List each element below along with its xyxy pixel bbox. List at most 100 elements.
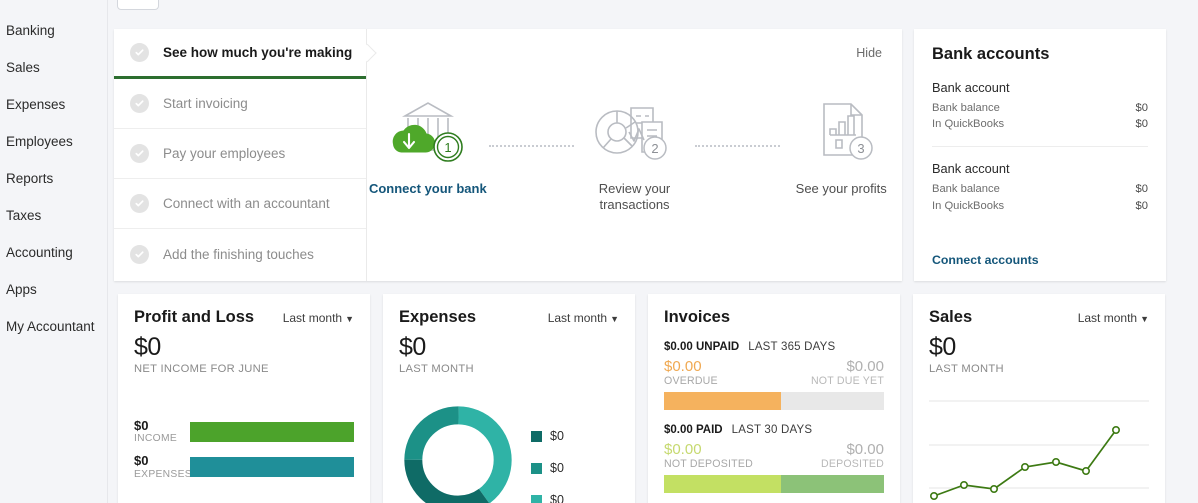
expenses-amount: $0 (399, 333, 426, 361)
sidebar-item-my-accountant[interactable]: My Accountant (0, 308, 107, 345)
expenses-label: EXPENSES (134, 468, 192, 480)
legend-value: $0 (550, 429, 564, 443)
sidebar-item-banking[interactable]: Banking (0, 12, 107, 49)
unpaid-bar (664, 391, 884, 410)
unpaid-amounts: $0.00 OVERDUE $0.00 NOT DUE YET (664, 359, 884, 387)
period-selector[interactable]: Last month ▼ (548, 311, 619, 325)
sidebar-item-employees[interactable]: Employees (0, 123, 107, 160)
sidebar-item-expenses[interactable]: Expenses (0, 86, 107, 123)
overdue-bar-segment (664, 391, 781, 410)
legend-swatch (531, 494, 542, 503)
sidebar-item-sales[interactable]: Sales (0, 49, 107, 86)
widget-title: Profit and Loss (134, 308, 255, 326)
expenses-donut-chart (399, 401, 517, 503)
setup-card: See how much you're making Start invoici… (114, 29, 902, 281)
notdeposited-label: NOT DEPOSITED (664, 457, 753, 470)
widget-title: Invoices (664, 308, 731, 326)
invoices-paid-group: $0.00 PAID LAST 30 DAYS $0.00 NOT DEPOSIT… (664, 424, 884, 493)
widget-header: Profit and Loss Last month ▼ (134, 308, 354, 327)
in-quickbooks-line: In QuickBooks $0 (932, 116, 1148, 132)
bank-accounts-title: Bank accounts (932, 45, 1050, 63)
paid-bar (664, 474, 884, 493)
income-bar (190, 421, 354, 442)
step-connector-1 (488, 145, 574, 147)
bank-balance-line: Bank balance $0 (932, 100, 1148, 116)
expenses-widget: Expenses Last month ▼ $0 LAST MONTH $0 $… (383, 294, 635, 503)
top-tab-stub[interactable] (117, 0, 159, 10)
notdue-bar-segment (780, 391, 884, 410)
step-connector-2 (695, 145, 781, 147)
checklist-item-see-how-much-youre-making[interactable]: See how much you're making (114, 29, 377, 79)
expenses-key: $0 EXPENSES (134, 453, 192, 480)
in-quickbooks-label: In QuickBooks (932, 199, 1005, 212)
notdeposited-block: $0.00 NOT DEPOSITED (664, 440, 753, 470)
income-value: $0 (134, 418, 149, 433)
check-circle-icon (130, 194, 149, 213)
sales-line-chart (929, 395, 1149, 503)
period-selector[interactable]: Last month ▼ (1078, 311, 1149, 325)
checklist-item-label: Start invoicing (163, 96, 248, 111)
sidebar-item-taxes[interactable]: Taxes (0, 197, 107, 234)
checklist-item-connect-with-an-accountant[interactable]: Connect with an accountant (114, 179, 366, 229)
bank-account-row[interactable]: Bank account Bank balance $0 In QuickBoo… (932, 80, 1148, 132)
bank-accounts-card: Bank accounts Bank account Bank balance … (914, 29, 1166, 281)
widget-header: Expenses Last month ▼ (399, 308, 619, 327)
chevron-down-icon: ▼ (610, 314, 619, 324)
checklist-item-start-invoicing[interactable]: Start invoicing (114, 79, 366, 129)
svg-text:1: 1 (444, 140, 451, 155)
expenses-bar (190, 456, 354, 477)
setup-step-2-label: Review your transactions (598, 181, 671, 212)
setup-steps-panel: Hide 1 Connect your bank 2 Review your t… (367, 29, 902, 281)
net-income-amount: $0 (134, 333, 161, 361)
bank-account-row[interactable]: Bank account Bank balance $0 In QuickBoo… (932, 146, 1148, 213)
quickbooks-dashboard: Banking Sales Expenses Employees Reports… (0, 0, 1198, 503)
unpaid-span: LAST 365 DAYS (748, 341, 836, 353)
invoices-widget: Invoices $0.00 UNPAID LAST 365 DAYS $0.00… (648, 294, 900, 503)
widget-title: Sales (929, 308, 973, 326)
deposited-block: $0.00 DEPOSITED (821, 441, 884, 469)
connect-accounts-link[interactable]: Connect accounts (932, 253, 1039, 267)
legend-item: $0 (531, 493, 564, 503)
in-quickbooks-value: $0 (1135, 118, 1148, 131)
hide-button[interactable]: Hide (856, 46, 882, 60)
expenses-row: $0 EXPENSES (134, 453, 354, 480)
profit-and-loss-widget: Profit and Loss Last month ▼ $0 NET INCOM… (118, 294, 370, 503)
expenses-chart-body: $0 $0 $0 (399, 401, 619, 503)
expenses-subtitle: LAST MONTH (399, 363, 474, 375)
setup-step-3-label: See your profits (795, 181, 887, 196)
sidebar: Banking Sales Expenses Employees Reports… (0, 0, 108, 503)
legend-item: $0 (531, 429, 564, 443)
widget-title: Expenses (399, 308, 477, 326)
period-label: Last month (547, 311, 608, 325)
sidebar-item-reports[interactable]: Reports (0, 160, 107, 197)
expenses-value: $0 (134, 453, 149, 469)
legend-value: $0 (550, 493, 564, 503)
paid-span: LAST 30 DAYS (731, 423, 813, 436)
checklist-item-pay-your-employees[interactable]: Pay your employees (114, 129, 366, 179)
chevron-down-icon: ▼ (345, 314, 354, 324)
chevron-down-icon: ▼ (1140, 314, 1149, 324)
overdue-block: $0.00 OVERDUE (664, 359, 718, 387)
setup-step-1-label[interactable]: Connect your bank (367, 181, 489, 197)
net-income-subtitle: NET INCOME FOR JUNE (134, 363, 269, 375)
sidebar-item-accounting[interactable]: Accounting (0, 234, 107, 271)
widget-header: Sales Last month ▼ (929, 308, 1149, 327)
notdeposited-bar-segment (664, 474, 781, 493)
setup-step-3[interactable]: 3 See your profits (780, 87, 902, 197)
check-circle-icon (130, 144, 149, 163)
paid-amount: $0.00 PAID (664, 423, 723, 436)
setup-step-1[interactable]: 1 Connect your bank (367, 87, 489, 197)
sidebar-item-apps[interactable]: Apps (0, 271, 107, 308)
notdeposited-value: $0.00 (664, 440, 702, 458)
period-selector[interactable]: Last month ▼ (283, 311, 354, 325)
bank-balance-label: Bank balance (932, 102, 1000, 114)
checklist-item-add-the-finishing-touches[interactable]: Add the finishing touches (114, 229, 366, 279)
notdue-label: NOT DUE YET (810, 374, 884, 387)
setup-step-2[interactable]: 2 Review your transactions (574, 87, 696, 213)
legend-item: $0 (531, 461, 564, 475)
period-label: Last month (282, 311, 343, 325)
profit-loss-bars: $0 INCOME $0 EXPENSES (134, 418, 354, 480)
widget-header: Invoices (664, 308, 884, 327)
bank-account-name: Bank account (932, 80, 1010, 95)
paid-header: $0.00 PAID LAST 30 DAYS (664, 424, 884, 436)
